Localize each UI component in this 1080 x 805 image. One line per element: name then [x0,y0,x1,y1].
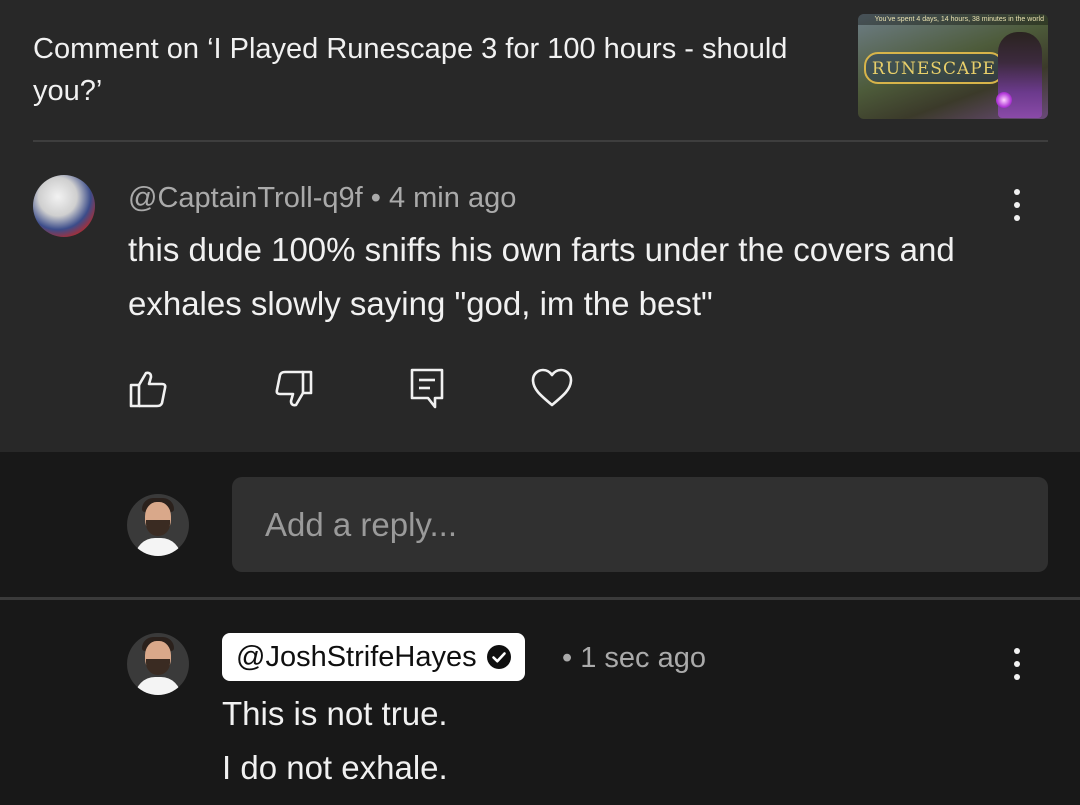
reply-author-avatar[interactable] [127,633,189,695]
current-user-avatar [127,494,189,556]
reply-text-line: I do not exhale. [222,749,448,786]
reply-time: 1 sec ago [580,642,706,674]
reply-more-icon[interactable] [1004,644,1028,684]
thumbs-up-icon[interactable] [126,366,170,410]
commenter-avatar[interactable] [33,175,95,237]
thumbnail-logo: RUNESCAPE [864,52,1004,84]
comment-author[interactable]: @CaptainTroll-q9f [128,182,363,214]
thumbnail-orb [996,92,1012,108]
page-title: Comment on ‘I Played Runescape 3 for 100… [33,33,788,107]
reply-meta: • 1 sec ago [562,638,706,678]
meta-separator: • [562,642,573,674]
verified-check-icon [486,645,511,669]
reply-card [0,600,1080,805]
comment-meta: @CaptainTroll-q9f • 4 min ago [128,178,516,218]
comment-time: 4 min ago [388,182,517,214]
reply-text-line: This is not true. [222,695,448,732]
comment-text: this dude 100% sniffs his own farts unde… [128,231,955,322]
reply-input[interactable] [232,477,1048,572]
comment-more-icon[interactable] [1004,185,1028,225]
heart-icon[interactable] [530,366,574,410]
thumbnail-banner: You’ve spent 4 days, 14 hours, 38 minute… [858,14,1048,25]
reply-icon[interactable] [405,366,449,410]
reply-author: @JoshStrifeHayes [236,641,477,673]
meta-separator: • [370,182,381,214]
creator-handle-chip[interactable]: @JoshStrifeHayes [222,633,525,681]
thumbs-down-icon[interactable] [272,368,316,412]
video-thumbnail[interactable]: You’ve spent 4 days, 14 hours, 38 minute… [858,14,1048,119]
